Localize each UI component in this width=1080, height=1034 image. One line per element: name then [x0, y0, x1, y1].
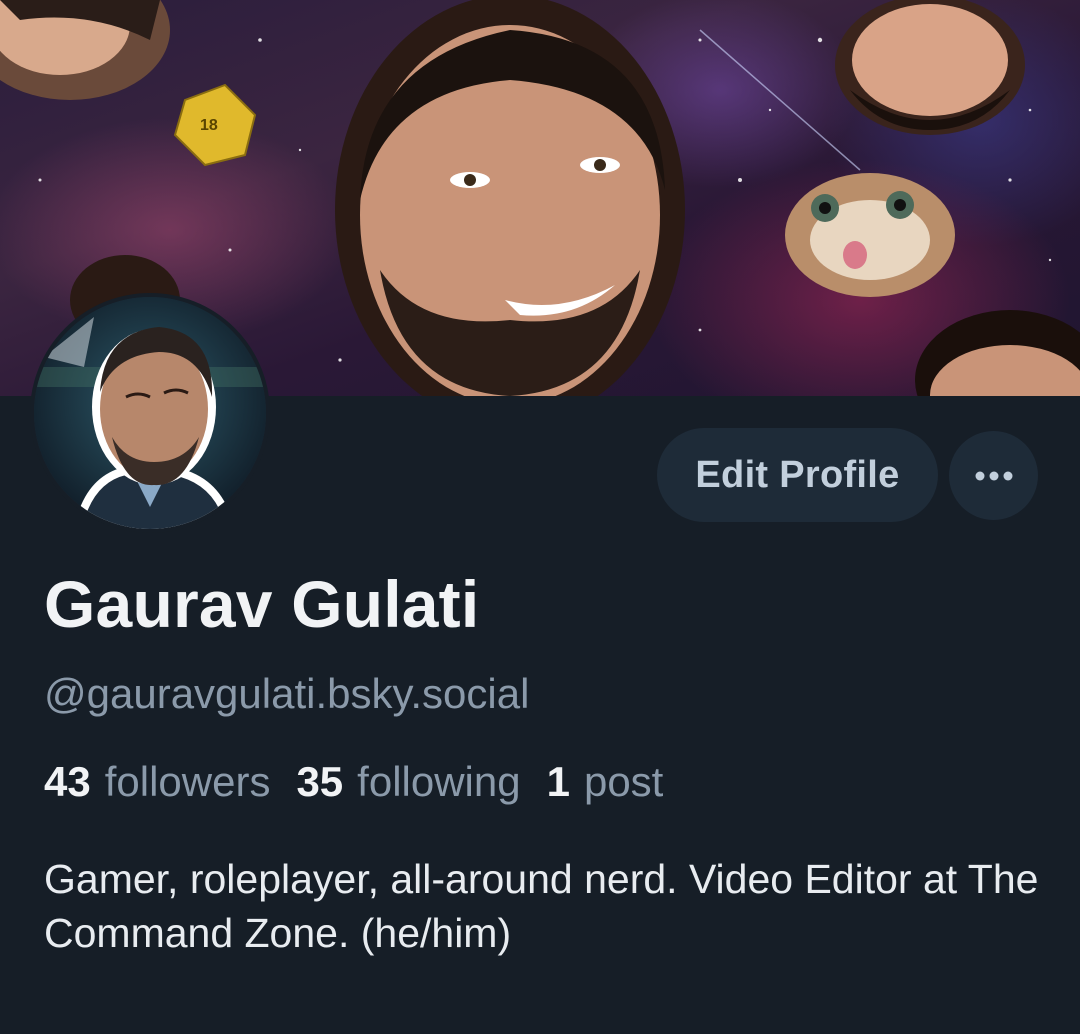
following-stat[interactable]: 35 following	[296, 758, 520, 806]
more-options-button[interactable]	[949, 431, 1038, 520]
followers-stat[interactable]: 43 followers	[44, 758, 270, 806]
posts-stat: 1 post	[547, 758, 664, 806]
profile-stats: 43 followers 35 following 1 post	[44, 758, 689, 806]
profile-handle: @gauravgulati.bsky.social	[44, 670, 530, 717]
profile-bio: Gamer, roleplayer, all-around nerd. Vide…	[44, 856, 1039, 956]
profile-screen: 18 Edit Profile Gaurav Gulati @gauravgul…	[0, 0, 1080, 1034]
avatar[interactable]	[30, 293, 270, 533]
avatar-image	[34, 297, 266, 529]
posts-count: 1	[546, 758, 570, 805]
edit-profile-button[interactable]: Edit Profile	[657, 428, 938, 522]
followers-label: followers	[104, 758, 271, 805]
posts-label: post	[583, 758, 664, 805]
display-name: Gaurav Gulati	[44, 567, 480, 641]
following-count: 35	[296, 758, 344, 805]
followers-count: 43	[44, 758, 91, 805]
ellipsis-icon	[975, 471, 1012, 480]
svg-text:18: 18	[200, 117, 218, 134]
following-label: following	[357, 758, 521, 805]
